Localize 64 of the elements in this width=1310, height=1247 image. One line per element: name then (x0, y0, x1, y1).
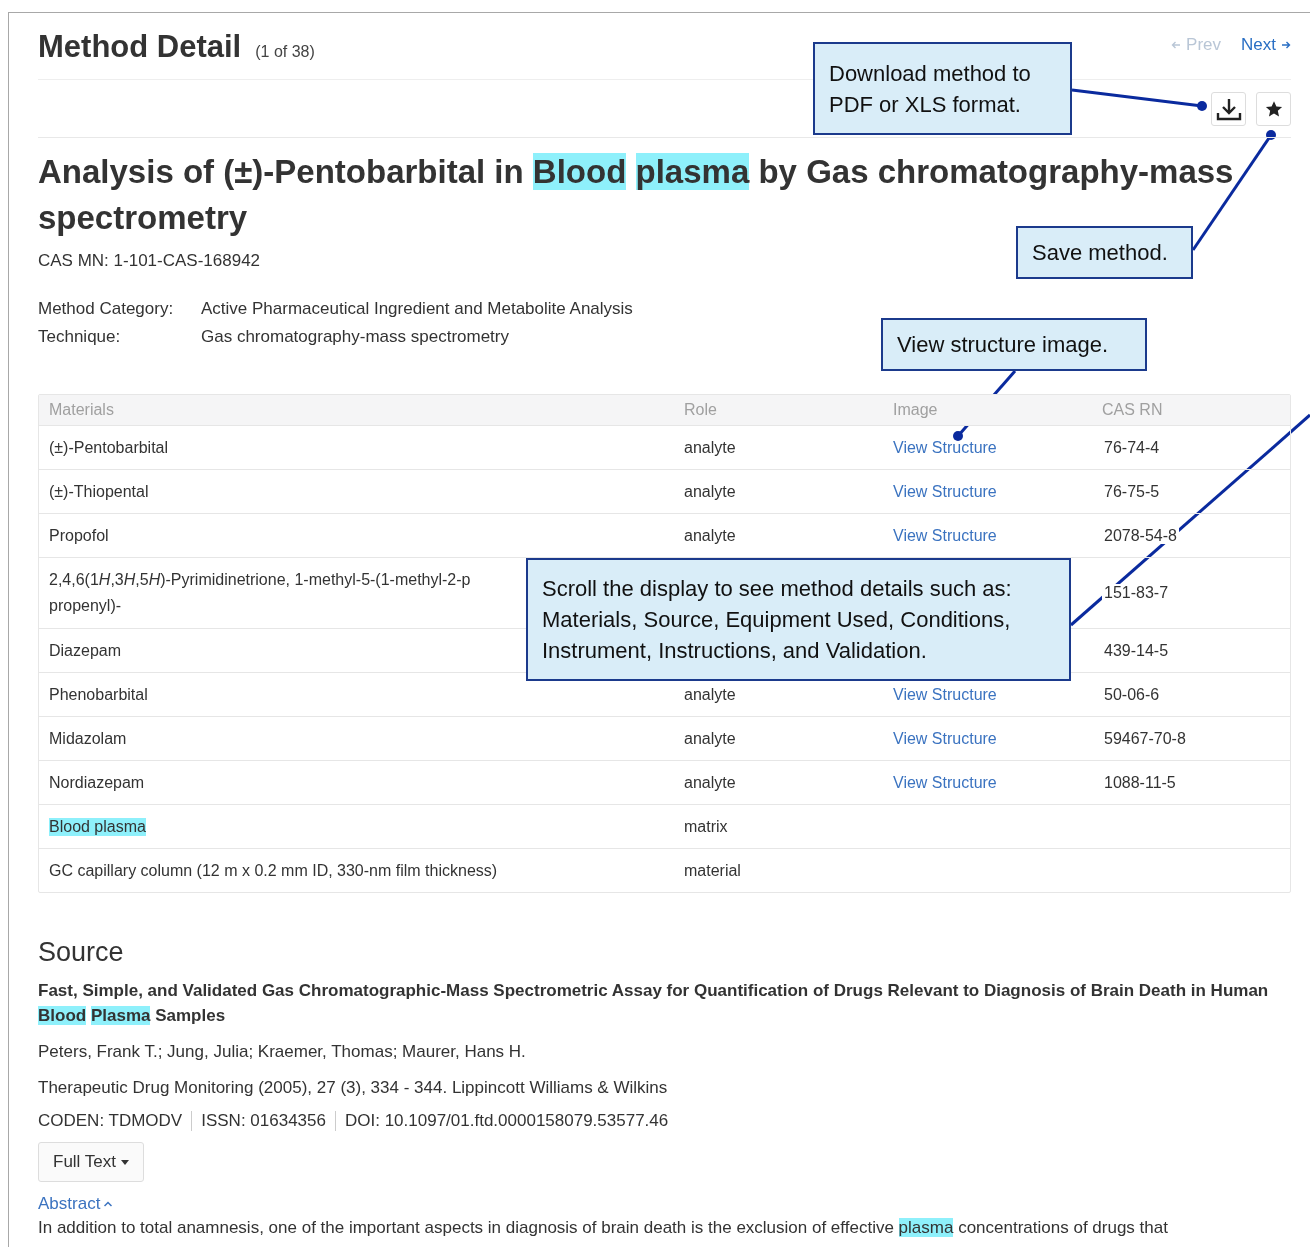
caret-down-icon (121, 1159, 129, 1165)
material-name: Midazolam (49, 729, 127, 748)
column-header: Image (893, 401, 938, 418)
save-button[interactable] (1256, 92, 1291, 126)
view-structure-link[interactable]: View Structure (893, 729, 997, 747)
cas-rn-cell: 1088-11-5 (1102, 773, 1178, 791)
callout-tooltip: Scroll the display to see method details such as: Materials, Source, Equipment Used, Conditions, Instrument, Instructions, and Validation. (526, 558, 1071, 681)
arrow-left-icon (1171, 40, 1182, 50)
material-name: Phenobarbital (49, 685, 148, 704)
cas-method-number: CAS MN: 1-101-CAS-168942 (38, 251, 261, 271)
identifier: DOI: 10.1097/01.ftd.0000158079.53577.46 (334, 1111, 669, 1131)
cas-rn-cell: 76-75-5 (1102, 482, 1162, 500)
material-name: Blood plasma (49, 817, 146, 836)
cas-rn-cell: 50-06-6 (1102, 685, 1162, 703)
material-name: (±)-Thiopental (49, 482, 149, 501)
cas-rn-cell: 151-83-7 (1102, 584, 1171, 601)
material-name: Nordiazepam (49, 773, 145, 792)
field-label: Technique: (38, 327, 122, 347)
role-cell: analyte (684, 773, 736, 791)
column-header: CAS RN (1102, 401, 1163, 418)
journal-citation: Therapeutic Drug Monitoring (2005), 27 (3), 334 - 344. Lippincott Williams & Wilkins (38, 1077, 669, 1099)
star-icon (1264, 100, 1283, 118)
callout-tooltip: View structure image. (881, 318, 1147, 371)
result-counter: (1 of 38) (255, 43, 315, 61)
column-header: Role (684, 401, 717, 418)
section-heading: Source (38, 937, 125, 968)
cas-rn-cell: 2078-54-8 (1102, 526, 1179, 544)
view-structure-link[interactable]: View Structure (893, 482, 997, 500)
column-header: Materials (49, 401, 114, 418)
view-structure-link[interactable]: View Structure (893, 438, 997, 456)
cas-rn-cell: 439-14-5 (1102, 641, 1171, 659)
next-link[interactable]: Next (1241, 35, 1291, 55)
field-value: Active Pharmaceutical Ingredient and Metabolite Analysis (201, 299, 633, 319)
material-name: (±)-Pentobarbital (49, 438, 169, 457)
callout-tooltip: Download method to PDF or XLS format. (813, 42, 1072, 135)
field-label: Method Category: (38, 299, 175, 319)
full-text-button[interactable]: Full Text (38, 1142, 144, 1182)
role-cell: material (684, 861, 741, 879)
download-button[interactable] (1211, 92, 1246, 126)
caret-up-icon (104, 1201, 113, 1207)
view-structure-link[interactable]: View Structure (893, 773, 997, 791)
material-name: Propofol (49, 526, 109, 545)
download-icon (1215, 97, 1242, 121)
material-name: Diazepam (49, 641, 122, 660)
role-cell: analyte (684, 685, 736, 703)
view-structure-link[interactable]: View Structure (893, 526, 997, 544)
role-cell: analyte (684, 482, 736, 500)
cas-rn-cell: 76-74-4 (1102, 438, 1162, 456)
cas-rn-cell: 59467-70-8 (1102, 729, 1188, 747)
role-cell: analyte (684, 438, 736, 456)
arrow-right-icon (1281, 40, 1291, 50)
role-cell: matrix (684, 817, 728, 835)
identifier: CODEN: TDMODV (38, 1111, 183, 1131)
material-name: GC capillary column (12 m x 0.2 mm ID, 330-nm film thickness) (49, 861, 498, 880)
page-title: Method Detail (38, 29, 242, 65)
role-cell: analyte (684, 729, 736, 747)
authors: Peters, Frank T.; Jung, Julia; Kraemer, Thomas; Maurer, Hans H. (38, 1041, 527, 1063)
identifier: ISSN: 01634356 (191, 1111, 326, 1131)
material-name: 2,4,6(1H,3H,5H)-Pyrimidinetrione, 1-methyl-5-(1-methyl-2-p propenyl)- (49, 570, 471, 616)
role-cell: analyte (684, 526, 736, 544)
view-structure-link[interactable]: View Structure (893, 685, 997, 703)
abstract-toggle[interactable]: Abstract (38, 1194, 113, 1214)
callout-tooltip: Save method. (1016, 226, 1193, 279)
field-value: Gas chromatography-mass spectrometry (201, 327, 510, 347)
